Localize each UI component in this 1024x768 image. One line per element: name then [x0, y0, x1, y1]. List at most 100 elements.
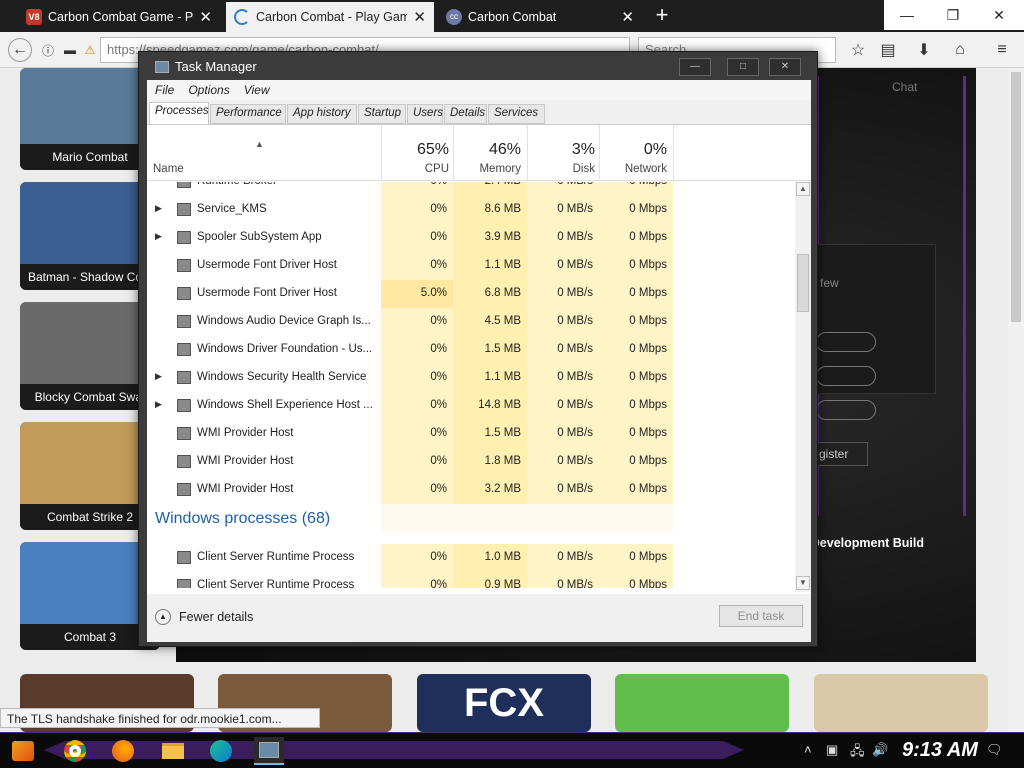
process-row[interactable]: ▶ Service_KMS 0% 8.6 MB 0 MB/s 0 Mbps: [147, 196, 795, 224]
network-total: 0%: [643, 141, 667, 158]
process-icon: [177, 427, 191, 440]
process-cpu: 0%: [430, 315, 447, 327]
task-manager-titlebar[interactable]: Task Manager: [155, 59, 257, 74]
end-task-button[interactable]: End task: [719, 605, 803, 627]
password-field[interactable]: [816, 366, 876, 386]
expand-chevron-icon[interactable]: ▶: [155, 231, 162, 242]
minimize-icon[interactable]: —: [884, 0, 930, 30]
tab-label: Carbon Combat: [468, 10, 557, 24]
chrome-icon[interactable]: [60, 737, 90, 765]
menu-options[interactable]: Options: [188, 83, 229, 97]
expand-chevron-icon[interactable]: ▶: [155, 203, 162, 214]
taskbar-clock[interactable]: 9:13 AM: [902, 739, 978, 762]
task-manager-icon[interactable]: [254, 737, 284, 765]
process-cpu: 0%: [381, 182, 447, 187]
process-row[interactable]: Windows Audio Device Graph Is... 0% 4.5 MB…: [147, 308, 795, 336]
scroll-down-icon[interactable]: ▼: [796, 576, 810, 590]
start-icon[interactable]: [8, 737, 38, 765]
close-window-icon[interactable]: ✕: [976, 0, 1022, 30]
tray-app-icon[interactable]: ▣: [826, 742, 838, 758]
process-row[interactable]: ▶ Spooler SubSystem App 0% 3.9 MB 0 MB/s 0 Mb…: [147, 224, 795, 252]
tray-overflow-icon[interactable]: ˄: [804, 742, 812, 757]
file-explorer-icon[interactable]: [158, 737, 188, 765]
expand-chevron-icon[interactable]: ▶: [155, 371, 162, 382]
process-row[interactable]: WMI Provider Host 0% 1.5 MB 0 MB/s 0 Mbps: [147, 420, 795, 448]
tab-details[interactable]: Details: [444, 104, 487, 124]
task-manager-icon: [155, 60, 169, 73]
fewer-details-button[interactable]: ▲ Fewer details: [155, 609, 253, 625]
v8-icon: V8: [26, 9, 42, 25]
tm-maximize-icon[interactable]: □: [727, 58, 759, 76]
process-network: 0 Mbps: [599, 182, 667, 187]
browser-tab-2[interactable]: Carbon Combat - Play Game ✕: [226, 2, 434, 32]
restore-icon[interactable]: ❐: [930, 0, 976, 30]
edge-icon[interactable]: [206, 737, 236, 765]
group-header-row[interactable]: Windows processes (68): [147, 504, 795, 532]
column-network[interactable]: Network: [599, 163, 667, 175]
process-name: Usermode Font Driver Host: [197, 259, 337, 271]
tm-minimize-icon[interactable]: —: [679, 58, 711, 76]
disk-total: 3%: [571, 141, 595, 158]
process-row[interactable]: Windows Driver Foundation - Us... 0% 1.5 M…: [147, 336, 795, 364]
process-row[interactable]: Client Server Runtime Process 0% 0.9 MB 0 M…: [147, 572, 795, 588]
scroll-up-icon[interactable]: ▲: [796, 182, 810, 196]
process-row[interactable]: ▶ Windows Shell Experience Host ... 0% 14.8…: [147, 392, 795, 420]
network-icon[interactable]: 🖧: [850, 742, 865, 764]
game-thumb-fcx[interactable]: FCX: [417, 674, 591, 732]
process-row[interactable]: Usermode Font Driver Host 5.0% 6.8 MB 0 MB/…: [147, 280, 795, 308]
scroll-thumb[interactable]: [797, 254, 809, 312]
process-row[interactable]: Usermode Font Driver Host 0% 1.1 MB 0 MB/s 0…: [147, 252, 795, 280]
volume-icon[interactable]: 🔊: [872, 742, 888, 758]
tab-services[interactable]: Services: [488, 104, 545, 124]
tab-performance[interactable]: Performance: [210, 104, 286, 124]
process-row[interactable]: Client Server Runtime Process 0% 1.0 MB 0 M…: [147, 544, 795, 572]
action-center-icon[interactable]: 🗨: [986, 742, 1003, 758]
reading-list-icon[interactable]: ▤: [876, 38, 900, 62]
game-thumb-bottom-5[interactable]: [814, 674, 988, 732]
close-tab-icon[interactable]: ✕: [413, 8, 426, 26]
expand-chevron-icon[interactable]: ▶: [155, 399, 162, 410]
new-tab-button[interactable]: +: [648, 2, 676, 30]
process-name: Service_KMS: [197, 203, 267, 215]
column-cpu[interactable]: CPU: [381, 163, 449, 175]
process-memory: 3.2 MB: [484, 483, 521, 495]
column-disk[interactable]: Disk: [527, 163, 595, 175]
browser-tab-3[interactable]: cc Carbon Combat ✕: [438, 2, 642, 32]
chat-label: Chat: [892, 80, 918, 94]
process-list-scrollbar[interactable]: ▲ ▼: [795, 182, 811, 592]
bookmark-star-icon[interactable]: ☆: [846, 38, 870, 62]
process-row[interactable]: WMI Provider Host 0% 1.8 MB 0 MB/s 0 Mbps: [147, 448, 795, 476]
process-row[interactable]: ▶ Windows Security Health Service 0% 1.1 MB…: [147, 364, 795, 392]
menu-file[interactable]: File: [155, 83, 174, 97]
download-icon[interactable]: ⬇: [912, 38, 936, 62]
menu-view[interactable]: View: [244, 83, 270, 97]
back-icon[interactable]: ←: [8, 38, 32, 62]
tab-app-history[interactable]: App history: [287, 104, 357, 124]
tab-label: Carbon Combat - Play Game: [256, 10, 408, 24]
process-row[interactable]: Runtime Broker0% 2.4 MB 0 MB/s 0 Mbps: [147, 182, 795, 196]
close-tab-icon[interactable]: ✕: [621, 8, 634, 26]
process-name: WMI Provider Host: [197, 427, 294, 439]
process-network: 0 Mbps: [629, 399, 667, 411]
home-icon[interactable]: ⌂: [948, 38, 972, 62]
menu-icon[interactable]: ≡: [990, 38, 1014, 62]
tab-startup[interactable]: Startup: [358, 104, 406, 124]
tm-footer: ▲ Fewer details End task: [147, 594, 811, 642]
column-memory[interactable]: Memory: [453, 163, 521, 175]
column-name[interactable]: Name: [153, 163, 184, 175]
tab-users[interactable]: Users: [407, 104, 443, 124]
firefox-icon[interactable]: [108, 737, 138, 765]
browser-tab-1[interactable]: V8 Carbon Combat Game - Play ✕: [18, 2, 220, 32]
game-thumb-bottom-4[interactable]: [615, 674, 789, 732]
register-button[interactable]: gister: [816, 442, 868, 466]
close-tab-icon[interactable]: ✕: [199, 8, 212, 26]
page-scrollbar[interactable]: [1008, 68, 1024, 732]
email-field[interactable]: [816, 400, 876, 420]
tm-close-icon[interactable]: ✕: [769, 58, 801, 76]
site-info-icon[interactable]: ⓘ: [36, 38, 60, 62]
page-scroll-thumb[interactable]: [1011, 72, 1021, 322]
tab-processes[interactable]: Processes: [149, 102, 209, 125]
process-memory: 2.4 MB: [453, 182, 521, 187]
process-row[interactable]: WMI Provider Host 0% 3.2 MB 0 MB/s 0 Mbps: [147, 476, 795, 504]
username-field[interactable]: [816, 332, 876, 352]
